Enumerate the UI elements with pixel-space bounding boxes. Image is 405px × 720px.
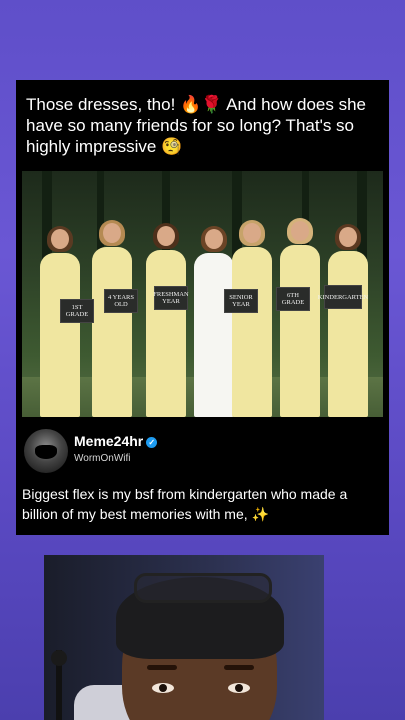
photo-sign-6: KINDERGARTEN bbox=[318, 285, 368, 309]
post-caption: Those dresses, tho! 🔥🌹 And how does she … bbox=[26, 95, 367, 156]
photo-sign-5: 6TH GRADE bbox=[276, 287, 310, 311]
photo-sign-3: FRESHMAN YEAR bbox=[153, 286, 189, 310]
author-handle[interactable]: WormOnWifi bbox=[74, 453, 130, 464]
photo-sign-4: SENIOR YEAR bbox=[224, 289, 258, 313]
bridesmaids-photo: 1ST GRADE 4 YEARS OLD FRESHMAN YEAR SENI… bbox=[22, 171, 383, 417]
author-name[interactable]: Meme24hr ✓ bbox=[74, 433, 158, 449]
post-card: Those dresses, tho! 🔥🌹 And how does she … bbox=[16, 80, 389, 535]
photo-sign-1: 1ST GRADE bbox=[60, 299, 94, 323]
author-name-label: Meme24hr bbox=[74, 433, 144, 449]
avatar[interactable] bbox=[24, 429, 68, 473]
reaction-video bbox=[44, 555, 324, 720]
author-row[interactable]: Meme24hr ✓ WormOnWifi bbox=[22, 429, 383, 475]
photo-sign-2: 4 YEARS OLD bbox=[104, 289, 138, 313]
post-text: Biggest flex is my bsf from kindergarten… bbox=[22, 486, 348, 522]
verified-badge-icon: ✓ bbox=[146, 437, 158, 448]
